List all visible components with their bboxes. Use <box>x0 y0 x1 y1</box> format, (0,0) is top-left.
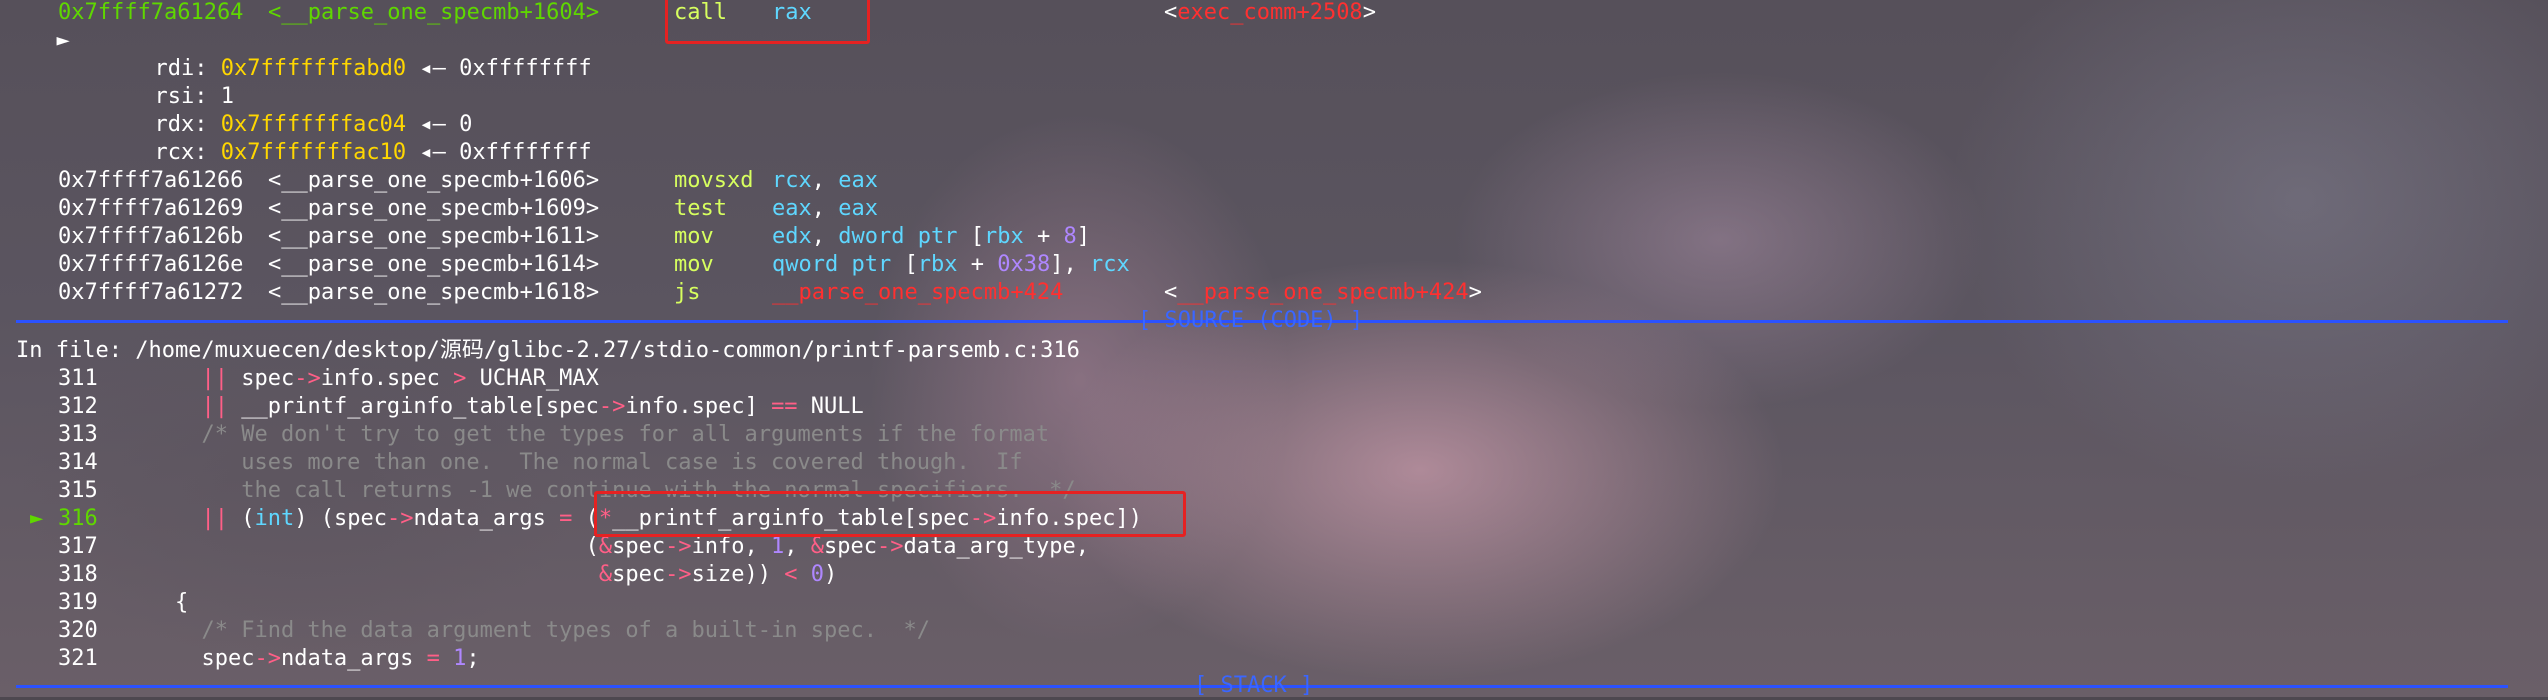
disasm-row-mnemonic: js <box>674 280 701 305</box>
source-line-number: 313 <box>58 422 98 447</box>
disasm-row-symbol: <__parse_one_specmb+1611> <box>268 224 600 249</box>
current-instruction-marker: ► <box>56 28 70 53</box>
disasm-row-operands: __parse_one_specmb+424 <box>772 280 1064 305</box>
arg-arrow: ◂— <box>419 140 446 165</box>
current-line-marker: ► <box>30 506 44 531</box>
source-line-number: 319 <box>58 590 98 615</box>
stack-header: [ STACK ] <box>1194 673 1314 698</box>
source-line-code: || __printf_arginfo_table[spec->info.spe… <box>201 394 864 419</box>
arg-val: 0xffffffff <box>459 140 592 165</box>
arg-ptr: 0x7fffffffabd0 <box>220 56 407 81</box>
disasm-row-operands: eax, eax <box>772 196 878 221</box>
source-line-number: 321 <box>58 646 98 671</box>
source-line-code: uses more than one. The normal case is c… <box>122 450 1023 475</box>
source-line-code: /* We don't try to get the types for all… <box>122 422 1050 447</box>
arg-arrow: ◂— <box>419 56 446 81</box>
current-target: <exec_comm+2508> <box>1164 0 1376 25</box>
source-line-number: 311 <box>58 366 98 391</box>
disasm-row-mnemonic: mov <box>674 252 714 277</box>
source-line-code: || spec->info.spec > UCHAR_MAX <box>201 366 599 391</box>
source-line-number: 318 <box>58 562 98 587</box>
disasm-row-mnemonic: mov <box>674 224 714 249</box>
disasm-row-target: <__parse_one_specmb+424> <box>1164 280 1482 305</box>
disasm-row-symbol: <__parse_one_specmb+1618> <box>268 280 600 305</box>
arg-reg: rcx: <box>154 140 208 165</box>
source-file-label: In file: /home/muxuecen/desktop/源码/glibc… <box>16 338 1080 363</box>
disasm-row-address[interactable]: 0x7ffff7a61266 <box>58 167 243 195</box>
disasm-row-address[interactable]: 0x7ffff7a6126b <box>58 223 243 251</box>
source-line-number: 320 <box>58 618 98 643</box>
disasm-row-operands: edx, dword ptr [rbx + 8] <box>772 224 1090 249</box>
disasm-row-operands: rcx, eax <box>772 168 878 193</box>
disasm-row-mnemonic: movsxd <box>674 168 754 193</box>
arg-rsi: rsi: 1 <box>128 55 234 109</box>
arg-rdi: rdi: 0x7fffffffabd0 ◂— 0xffffffff <box>128 27 592 81</box>
current-symbol: <__parse_one_specmb+1604> <box>268 0 600 25</box>
disasm-row-address[interactable]: 0x7ffff7a6126e <box>58 251 243 279</box>
arg-rdx: rdx: 0x7fffffffac04 ◂— 0 <box>128 83 473 137</box>
source-line-number: 315 <box>58 478 98 503</box>
disasm-row-operands: qword ptr [rbx + 0x38], rcx <box>772 252 1130 277</box>
disasm-row-symbol: <__parse_one_specmb+1614> <box>268 252 600 277</box>
highlight-box-arginfo <box>594 491 1186 537</box>
disasm-row-mnemonic: test <box>674 196 727 221</box>
highlight-box-call <box>665 0 870 44</box>
disasm-row-address[interactable]: 0x7ffff7a61269 <box>58 195 243 223</box>
disasm-row-symbol: <__parse_one_specmb+1606> <box>268 168 600 193</box>
source-line-code: (&spec->info, 1, &spec->data_arg_type, <box>122 534 1089 559</box>
arg-val: 0xffffffff <box>459 56 592 81</box>
source-line-number: 314 <box>58 450 98 475</box>
current-address: 0x7ffff7a61264 <box>58 0 244 25</box>
source-line-code: &spec->size)) < 0) <box>598 562 838 587</box>
source-line-number: 316 <box>58 506 98 531</box>
source-line-number: 317 <box>58 534 98 559</box>
source-line-code: spec->ndata_args = 1; <box>122 646 480 671</box>
disasm-row-address[interactable]: 0x7ffff7a61272 <box>58 279 243 307</box>
source-line-number: 312 <box>58 394 98 419</box>
source-header: [ SOURCE (CODE) ] <box>1138 308 1364 333</box>
source-line-code: { <box>122 590 189 615</box>
arg-rcx: rcx: 0x7fffffffac10 ◂— 0xffffffff <box>128 111 592 165</box>
disasm-row-symbol: <__parse_one_specmb+1609> <box>268 196 600 221</box>
source-line-code: /* Find the data argument types of a bui… <box>122 618 930 643</box>
arg-ptr: 0x7fffffffac10 <box>220 140 407 165</box>
